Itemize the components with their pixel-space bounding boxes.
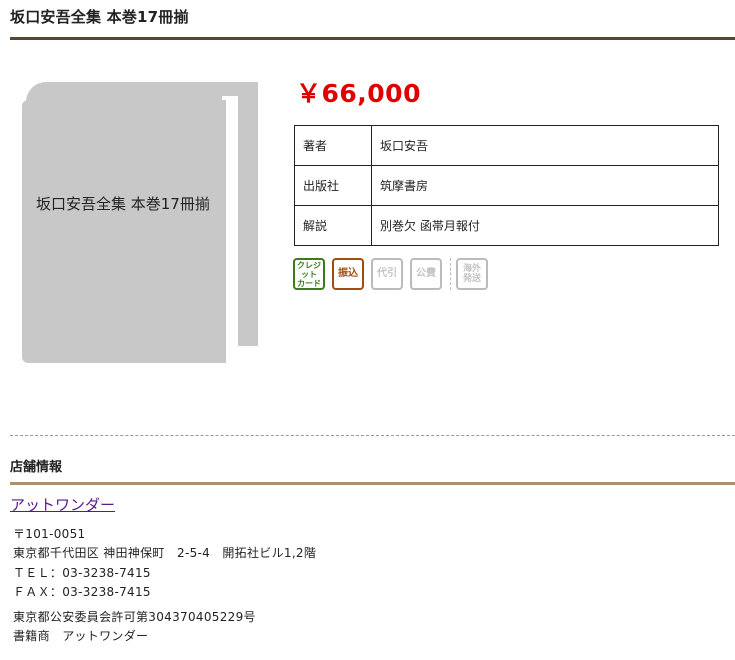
detail-key-publisher: 出版社 — [294, 165, 372, 206]
shop-info-heading: 店舗情報 — [10, 460, 63, 475]
title-divider — [10, 37, 735, 40]
detail-value-publisher: 筑摩書房 — [371, 165, 719, 206]
shop-name-link[interactable]: アットワンダー — [10, 494, 115, 515]
shop-license: 東京都公安委員会許可第304370405229号 — [13, 610, 256, 624]
credit-card-icon: クレジット カード — [293, 258, 325, 290]
book-cover-title: 坂口安吾全集 本巻17冊揃 — [36, 195, 210, 213]
page-title: 坂口安吾全集 本巻17冊揃 — [10, 8, 189, 26]
shop-info-divider — [10, 482, 735, 485]
shop-address: 東京都千代田区 神田神保町 2-5-4 開拓社ビル1,2階 — [13, 546, 317, 560]
book-cover-placeholder: 坂口安吾全集 本巻17冊揃 — [22, 82, 262, 367]
shop-postal-code: 〒101-0051 — [13, 527, 86, 541]
cash-on-delivery-icon: 代引 — [371, 258, 403, 290]
detail-value-author: 坂口安吾 — [371, 125, 719, 166]
section-divider — [10, 435, 735, 436]
book-front-cover: 坂口安吾全集 本巻17冊揃 — [22, 100, 226, 363]
price: ￥66,000 — [296, 79, 421, 108]
table-row: 出版社 筑摩書房 — [294, 165, 719, 206]
detail-key-author: 著者 — [294, 125, 372, 166]
payment-divider — [450, 258, 451, 290]
table-row: 著者 坂口安吾 — [294, 125, 719, 166]
shop-tel: ＴＥＬ：03-3238-7415 — [13, 566, 151, 580]
credit-card-label: クレジット カード — [297, 260, 321, 288]
book-details-table: 著者 坂口安吾 出版社 筑摩書房 解説 別巻欠 函帯月報付 — [294, 125, 719, 246]
overseas-shipping-label: 海外 発送 — [462, 264, 481, 284]
shop-fax: ＦＡＸ：03-3238-7415 — [13, 585, 151, 599]
public-expense-icon: 公費 — [410, 258, 442, 290]
shop-dealer: 書籍商 アットワンダー — [13, 629, 149, 643]
detail-key-description: 解説 — [294, 205, 372, 246]
detail-value-description: 別巻欠 函帯月報付 — [371, 205, 719, 246]
bank-transfer-icon: 振込 — [332, 258, 364, 290]
table-row: 解説 別巻欠 函帯月報付 — [294, 205, 719, 246]
overseas-shipping-icon: 海外 発送 — [456, 258, 488, 290]
